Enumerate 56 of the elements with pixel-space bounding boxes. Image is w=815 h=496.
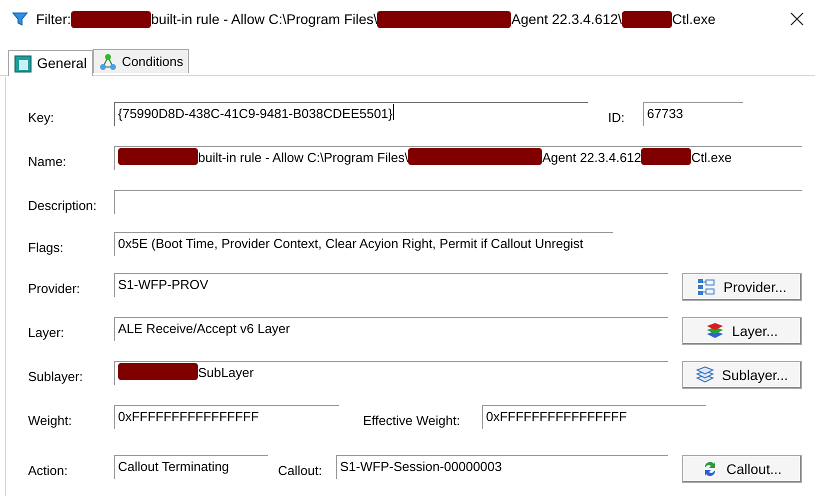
value-text: Ctl.exe bbox=[672, 10, 716, 28]
browse-button[interactable]: Provider... bbox=[682, 273, 802, 301]
field-label: Weight: bbox=[28, 412, 73, 430]
text-field[interactable]: 0xFFFFFFFFFFFFFFFF bbox=[482, 405, 706, 429]
field-label: ID: bbox=[608, 109, 626, 127]
value-text: Filter: bbox=[36, 10, 71, 28]
value-text: SubLayer bbox=[198, 364, 254, 382]
field-label: Action: bbox=[28, 462, 69, 480]
text-field[interactable]: 0xFFFFFFFFFFFFFFFF bbox=[114, 405, 339, 429]
layers-icon bbox=[706, 322, 724, 340]
text-cursor bbox=[392, 104, 394, 120]
value-text: 0x5E (Boot Time, Provider Context, Clear Acyion Right, Permit if Callout Unregist bbox=[118, 235, 584, 253]
value-text: Ctl.exe bbox=[691, 149, 732, 167]
field-label: Description: bbox=[28, 197, 98, 215]
text-field[interactable]: SubLayer bbox=[114, 361, 668, 385]
field-label: Effective Weight: bbox=[363, 412, 462, 430]
field-label: Layer: bbox=[28, 324, 66, 342]
value-text: {75990D8D-438C-41C9-9481-B038CDEE5501} bbox=[118, 105, 393, 123]
field-label: Provider: bbox=[28, 280, 82, 298]
value-text: 0xFFFFFFFFFFFFFFFF bbox=[118, 408, 259, 426]
value-text: 67733 bbox=[647, 105, 684, 123]
text-field[interactable]: S1-WFP-PROV bbox=[114, 273, 668, 297]
tab[interactable]: General bbox=[8, 50, 93, 76]
value-text: Callout Terminating bbox=[118, 458, 230, 476]
text-field[interactable]: {75990D8D-438C-41C9-9481-B038CDEE5501} bbox=[114, 102, 588, 126]
text-field[interactable]: Callout Terminating bbox=[114, 455, 268, 479]
redaction-bar bbox=[641, 148, 692, 165]
text-field[interactable]: 67733 bbox=[643, 102, 743, 126]
value-text: S1-WFP-PROV bbox=[118, 276, 208, 294]
tab[interactable]: Conditions bbox=[92, 49, 190, 73]
value-text: S1-WFP-Session-00000003 bbox=[340, 458, 502, 476]
field-label: Key: bbox=[28, 109, 56, 127]
text-field[interactable]: ALE Receive/Accept v6 Layer bbox=[114, 317, 668, 341]
browse-button[interactable]: Layer... bbox=[682, 317, 802, 345]
browse-button[interactable]: Sublayer... bbox=[682, 361, 802, 389]
value-text: built-in rule - Allow C:\Program Files\ bbox=[198, 149, 408, 167]
field-label: Flags: bbox=[28, 239, 64, 257]
filter-icon bbox=[12, 11, 28, 27]
tab-icon bbox=[14, 54, 32, 72]
redaction-bar bbox=[622, 10, 672, 28]
text-field[interactable]: built-in rule - Allow C:\Program Files\ Agent 22.3.4.612 Ctl.exe bbox=[114, 146, 802, 170]
list-icon bbox=[697, 278, 716, 296]
field-label: Sublayer: bbox=[28, 368, 84, 386]
browse-button[interactable]: Callout... bbox=[682, 455, 802, 483]
value-text: Agent 22.3.4.612\ bbox=[511, 10, 622, 29]
value-text: Agent 22.3.4.612 bbox=[542, 149, 642, 167]
tree-nodes-icon bbox=[98, 52, 117, 70]
layers-icon bbox=[696, 366, 714, 384]
text-field[interactable]: 0x5E (Boot Time, Provider Context, Clear Acyion Right, Permit if Callout Unregist bbox=[114, 232, 613, 256]
field-label: Name: bbox=[28, 153, 68, 171]
value-text: ALE Receive/Accept v6 Layer bbox=[118, 320, 290, 338]
text-field[interactable]: S1-WFP-Session-00000003 bbox=[336, 455, 668, 479]
value-text: 0xFFFFFFFFFFFFFFFF bbox=[486, 408, 627, 426]
value-text: built-in rule - Allow C:\Program Files\ bbox=[151, 10, 378, 29]
close-icon bbox=[790, 12, 804, 26]
field-label: Callout: bbox=[278, 462, 324, 480]
